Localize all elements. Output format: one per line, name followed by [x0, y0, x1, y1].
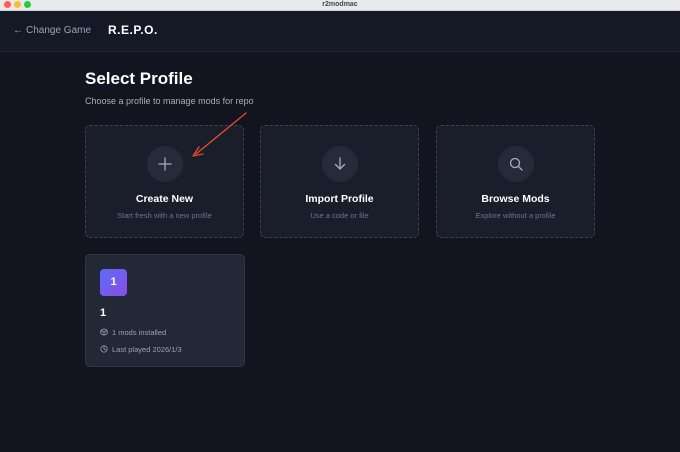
annotation-arrow — [192, 112, 247, 157]
